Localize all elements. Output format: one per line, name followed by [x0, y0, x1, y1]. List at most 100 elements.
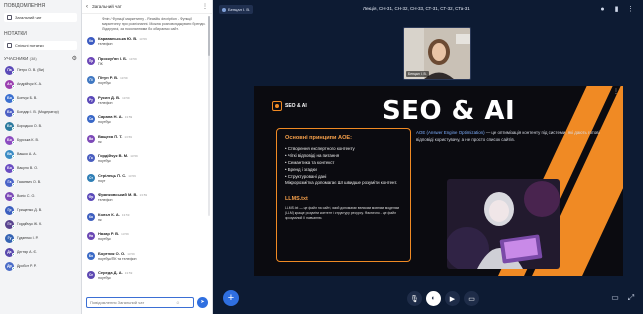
- send-button[interactable]: ➤: [197, 296, 208, 308]
- user-list-item[interactable]: Во Вопіс С. О.: [0, 189, 81, 203]
- aoe-description: AOE (Answer Engine Optimization) — це оп…: [416, 130, 616, 143]
- mic-status-icon: [12, 85, 15, 88]
- avatar: Бо: [87, 251, 95, 260]
- presenter-chip[interactable]: Бенцал І. В.: [219, 5, 254, 14]
- screen-share-icon: ▭: [468, 295, 475, 303]
- screen-share-button[interactable]: ▭: [464, 291, 479, 306]
- chat-message: Пр Проскуґян І. Б. 13:59 ПК: [82, 54, 212, 74]
- user-list-item[interactable]: Бо Бондар І. В. (Модератор): [0, 105, 81, 119]
- user-name: Бородько О. В.: [17, 124, 43, 128]
- users-count: (38): [29, 56, 37, 61]
- connection-icon[interactable]: ▮: [612, 5, 621, 14]
- chat-message: Го Гордійчук В. М. 13:59 ноутбук: [82, 151, 212, 171]
- microphone-icon: 🎙: [410, 295, 419, 303]
- top-right-controls: ● ▮ ⋮: [598, 5, 635, 14]
- message-author: Сарана Н. А.: [98, 114, 123, 119]
- message-list: Ка Караваньська Ю. В. 13:59 телефон Пр Проску…: [82, 34, 212, 288]
- user-list-item[interactable]: Бо Бородько О. В.: [0, 119, 81, 133]
- shared-notes-label: Спільні нотатки: [15, 43, 44, 48]
- webcam-label: Бенцал І. В.: [406, 71, 429, 77]
- meeting-title: Лекція, СН-31, СН-32, СН-33, СТ-31, СТ-3…: [363, 6, 470, 11]
- avatar: Ст: [87, 173, 95, 182]
- user-list-item[interactable]: Па Петро О. В. (Ви): [0, 63, 81, 77]
- back-chevron-icon[interactable]: ‹: [86, 4, 88, 10]
- audio-button[interactable]: ◐: [426, 291, 441, 306]
- user-list-item[interactable]: Др Дробот Р. Р.: [0, 259, 81, 273]
- user-name: Бончук Б. В.: [17, 96, 38, 100]
- user-list-item[interactable]: Бо Бончук Б. В.: [0, 91, 81, 105]
- chat-message: Фр Франковський М. В. 13:59 телефон: [82, 190, 212, 210]
- message-author: Караваньська Ю. В.: [98, 36, 138, 41]
- emoji-icon[interactable]: ☺: [176, 300, 180, 305]
- user-name: Бурська К. В.: [17, 138, 39, 142]
- webcam-video[interactable]: Бенцал І. В.: [403, 27, 471, 80]
- record-icon[interactable]: ●: [598, 5, 607, 14]
- slide-menu-icon[interactable]: ⋮: [613, 88, 619, 95]
- user-list-item[interactable]: Бо Вакуло В. О.: [0, 161, 81, 175]
- camera-button[interactable]: ▶: [445, 291, 460, 306]
- fullscreen-icon[interactable]: ⤢: [625, 292, 637, 304]
- sidebar-item-public-chat[interactable]: Загальний чат: [4, 13, 77, 22]
- user-list-item[interactable]: Ан Андрійчук К. А.: [0, 77, 81, 91]
- mic-status-icon: [12, 71, 15, 74]
- message-author: Проскуґян І. Б.: [98, 55, 128, 61]
- chat-message: Ру Русин Д. В. 13:59 телефон: [82, 93, 212, 113]
- chat-panel: ‹ Загальний чат ⋮ Фліп / Функції маркети…: [82, 0, 213, 314]
- llms-title: LLMS.txt: [285, 196, 308, 202]
- message-time: 13:59: [124, 134, 132, 139]
- user-list-item[interactable]: Гр Грищенко Д. В.: [0, 203, 81, 217]
- options-icon[interactable]: ⋮: [626, 5, 635, 14]
- mic-status-icon: [12, 169, 15, 172]
- layout-icon[interactable]: ▭: [609, 292, 621, 304]
- message-text: ноутбук: [98, 237, 111, 241]
- user-name: Гаскевич О. В.: [17, 180, 42, 184]
- avatar: Ка: [87, 37, 95, 45]
- chat-scrollbar[interactable]: [208, 16, 210, 216]
- sidebar-item-shared-notes[interactable]: Спільні нотатки: [4, 41, 77, 50]
- principle-item: Створення експертного контенту: [285, 145, 402, 152]
- mic-status-icon: [12, 267, 15, 270]
- avatar: Са: [87, 115, 95, 123]
- user-list-item[interactable]: Бо Бурська К. В.: [0, 133, 81, 147]
- user-list-item[interactable]: Ва Вашко А. А.: [0, 147, 81, 161]
- user-name: Вакуло В. О.: [17, 166, 39, 170]
- chat-message: Ка Караваньська Ю. В. 13:59 телефон: [82, 34, 212, 54]
- gear-icon[interactable]: ⚙: [72, 55, 77, 62]
- notes-heading: НОТАТКИ: [4, 31, 27, 37]
- mic-status-icon: [12, 225, 15, 228]
- user-list-item[interactable]: Га Гаскевич О. В.: [0, 175, 81, 189]
- more-options-icon[interactable]: ⋮: [202, 3, 208, 10]
- message-time: 13:59: [127, 251, 135, 256]
- chat-message: Се Середа Д. А. 13:59 ноутбук: [82, 268, 212, 288]
- user-list-item[interactable]: Го Гордійчук Ж. К.: [0, 217, 81, 231]
- chat-message: Ко Колєл К. А. 13:59 пк: [82, 210, 212, 230]
- avatar: Пр: [87, 56, 95, 65]
- user-list-item[interactable]: Гу Гудзенко І. Р.: [0, 231, 81, 245]
- user-name: Петро О. В. (Ви): [17, 68, 45, 72]
- presentation-slide: ⋮ SEO & AI SEO & AI Основні принципи AOE…: [254, 86, 623, 276]
- user-list-item[interactable]: Дє Дєгтяр А. Є.: [0, 245, 81, 259]
- scrollbar-thumb[interactable]: [208, 16, 210, 56]
- user-name: Андрійчук К. А.: [17, 82, 43, 86]
- message-author: Гордійчук В. М.: [98, 153, 129, 158]
- mic-status-icon: [12, 253, 15, 256]
- chat-header: ‹ Загальний чат ⋮: [82, 0, 212, 14]
- chat-message: Са Сарана Н. А. 13:59 ноутбук: [82, 112, 212, 132]
- microphone-button[interactable]: 🎙: [407, 291, 422, 306]
- principles-list: Створення експертного контентуЧіткі відп…: [285, 145, 402, 180]
- sidebar: ПОВІДОМЛЕННЯ Загальний чат НОТАТКИ Спіль…: [0, 0, 82, 314]
- headphones-icon: ◐: [431, 295, 436, 302]
- plus-icon: +: [227, 292, 235, 304]
- chat-input-row: ☺ ➤: [86, 296, 208, 308]
- message-text: ноутбук: [98, 120, 111, 124]
- chat-messages: Фліп / Функції маркетингу - Reaslitu dec…: [82, 14, 212, 290]
- message-text: ноутбук/ПК та телефон: [98, 256, 137, 261]
- user-icon: [222, 7, 226, 12]
- user-name: Грищенко Д. В.: [17, 208, 43, 212]
- actions-plus-button[interactable]: +: [223, 290, 239, 306]
- mic-status-icon: [12, 99, 15, 102]
- media-controls: 🎙 ◐ ▶ ▭: [407, 291, 479, 306]
- messages-heading: ПОВІДОМЛЕННЯ: [4, 3, 46, 9]
- public-chat-label: Загальний чат: [15, 15, 42, 20]
- chat-message: Ст Стрілець П. С. 13:59 ноут: [82, 171, 212, 191]
